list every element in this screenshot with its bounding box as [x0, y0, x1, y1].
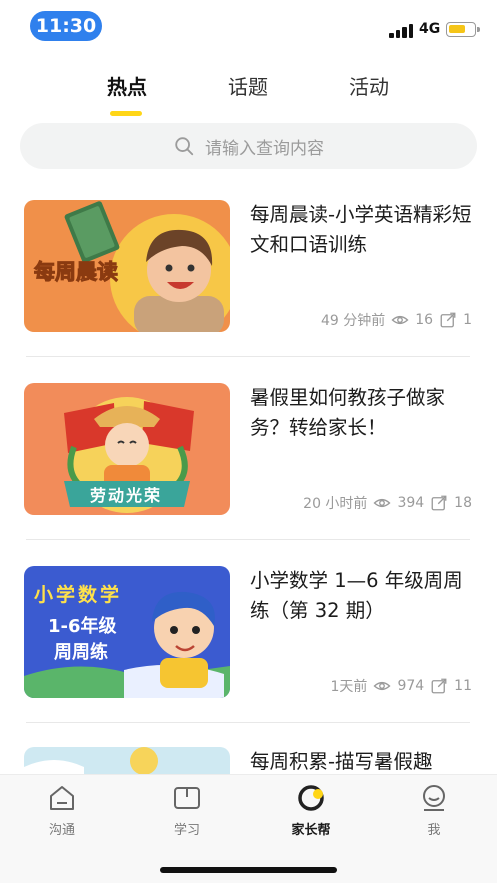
search-bar[interactable]: 请输入查询内容 — [20, 123, 477, 169]
tab-topics[interactable]: 话题 — [208, 72, 288, 102]
eye-icon — [391, 315, 409, 325]
profile-icon — [423, 785, 445, 811]
status-time: 11:30 — [30, 11, 102, 41]
thumbnail-caption: 劳动光荣 — [90, 486, 163, 505]
share-icon — [431, 495, 447, 511]
eye-icon — [373, 498, 391, 508]
nav-learn[interactable]: 学习 — [147, 783, 227, 838]
tab-hot[interactable]: 热点 — [87, 72, 167, 102]
signal-icon — [389, 24, 415, 38]
tab-bar: 热点 话题 活动 — [0, 72, 497, 118]
article-item[interactable]: 小学数学 1-6年级 周周练 小学数学 1—6 年级周周练（第 32 期） 1天… — [24, 566, 474, 698]
eye-icon — [373, 681, 391, 691]
thumbnail-caption-subject: 小学数学 — [34, 584, 123, 606]
tab-events[interactable]: 活动 — [329, 72, 409, 102]
search-placeholder: 请输入查询内容 — [205, 138, 324, 159]
article-time: 20 小时前 — [303, 496, 368, 512]
list-divider — [26, 722, 470, 723]
book-icon — [174, 787, 200, 809]
home-indicator — [160, 867, 337, 873]
article-title: 小学数学 1—6 年级周周练（第 32 期） — [250, 569, 463, 622]
article-item[interactable]: 每周晨读 每周晨读-小学英语精彩短文和口语训练 49 分钟前 16 1 — [24, 200, 474, 332]
share-icon — [440, 312, 456, 328]
article-shares: 1 — [463, 312, 472, 328]
nav-label: 沟通 — [48, 823, 75, 838]
article-title: 暑假里如何教孩子做家务？转给家长！ — [250, 386, 446, 439]
article-shares: 18 — [454, 495, 472, 511]
article-views: 974 — [397, 678, 425, 694]
article-meta: 49 分钟前 16 1 — [321, 310, 472, 330]
article-time: 1天前 — [330, 679, 368, 695]
nav-parent-help[interactable]: 家长帮 — [271, 783, 351, 838]
nav-label: 学习 — [173, 823, 200, 838]
thumbnail-caption-weekly: 周周练 — [54, 642, 108, 663]
article-thumbnail: 每周晨读 — [24, 200, 230, 332]
article-shares: 11 — [454, 678, 472, 694]
article-thumbnail: 劳动光荣 — [24, 383, 230, 515]
share-icon — [431, 678, 447, 694]
chat-icon — [50, 786, 74, 810]
active-tab-indicator — [110, 111, 142, 116]
battery-icon — [446, 22, 480, 37]
article-thumbnail — [24, 747, 230, 777]
nav-chat[interactable]: 沟通 — [22, 783, 102, 838]
article-meta: 20 小时前 394 18 — [303, 493, 472, 513]
article-views: 16 — [415, 312, 434, 328]
thumbnail-caption-grade: 1-6年级 — [48, 616, 117, 637]
network-type: 4G — [419, 21, 441, 37]
article-views: 394 — [397, 495, 425, 511]
thumbnail-caption: 每周晨读 — [34, 260, 119, 285]
nav-label: 家长帮 — [291, 823, 331, 838]
article-meta: 1天前 974 11 — [331, 676, 472, 696]
article-item[interactable]: 每周积累-描写暑假趣 — [24, 747, 474, 777]
list-divider — [26, 356, 470, 357]
article-title: 每周晨读-小学英语精彩短文和口语训练 — [250, 203, 472, 256]
article-time: 49 分钟前 — [320, 313, 386, 329]
article-title: 每周积累-描写暑假趣 — [250, 750, 433, 773]
nav-me[interactable]: 我 — [394, 783, 474, 838]
parent-help-icon — [298, 785, 324, 811]
article-thumbnail: 小学数学 1-6年级 周周练 — [24, 566, 230, 698]
search-icon — [175, 137, 194, 156]
nav-label: 我 — [427, 823, 441, 838]
article-item[interactable]: 劳动光荣 暑假里如何教孩子做家务？转给家长！ 20 小时前 394 18 — [24, 383, 474, 515]
list-divider — [26, 539, 470, 540]
status-bar: 11:30 4G — [0, 0, 497, 52]
